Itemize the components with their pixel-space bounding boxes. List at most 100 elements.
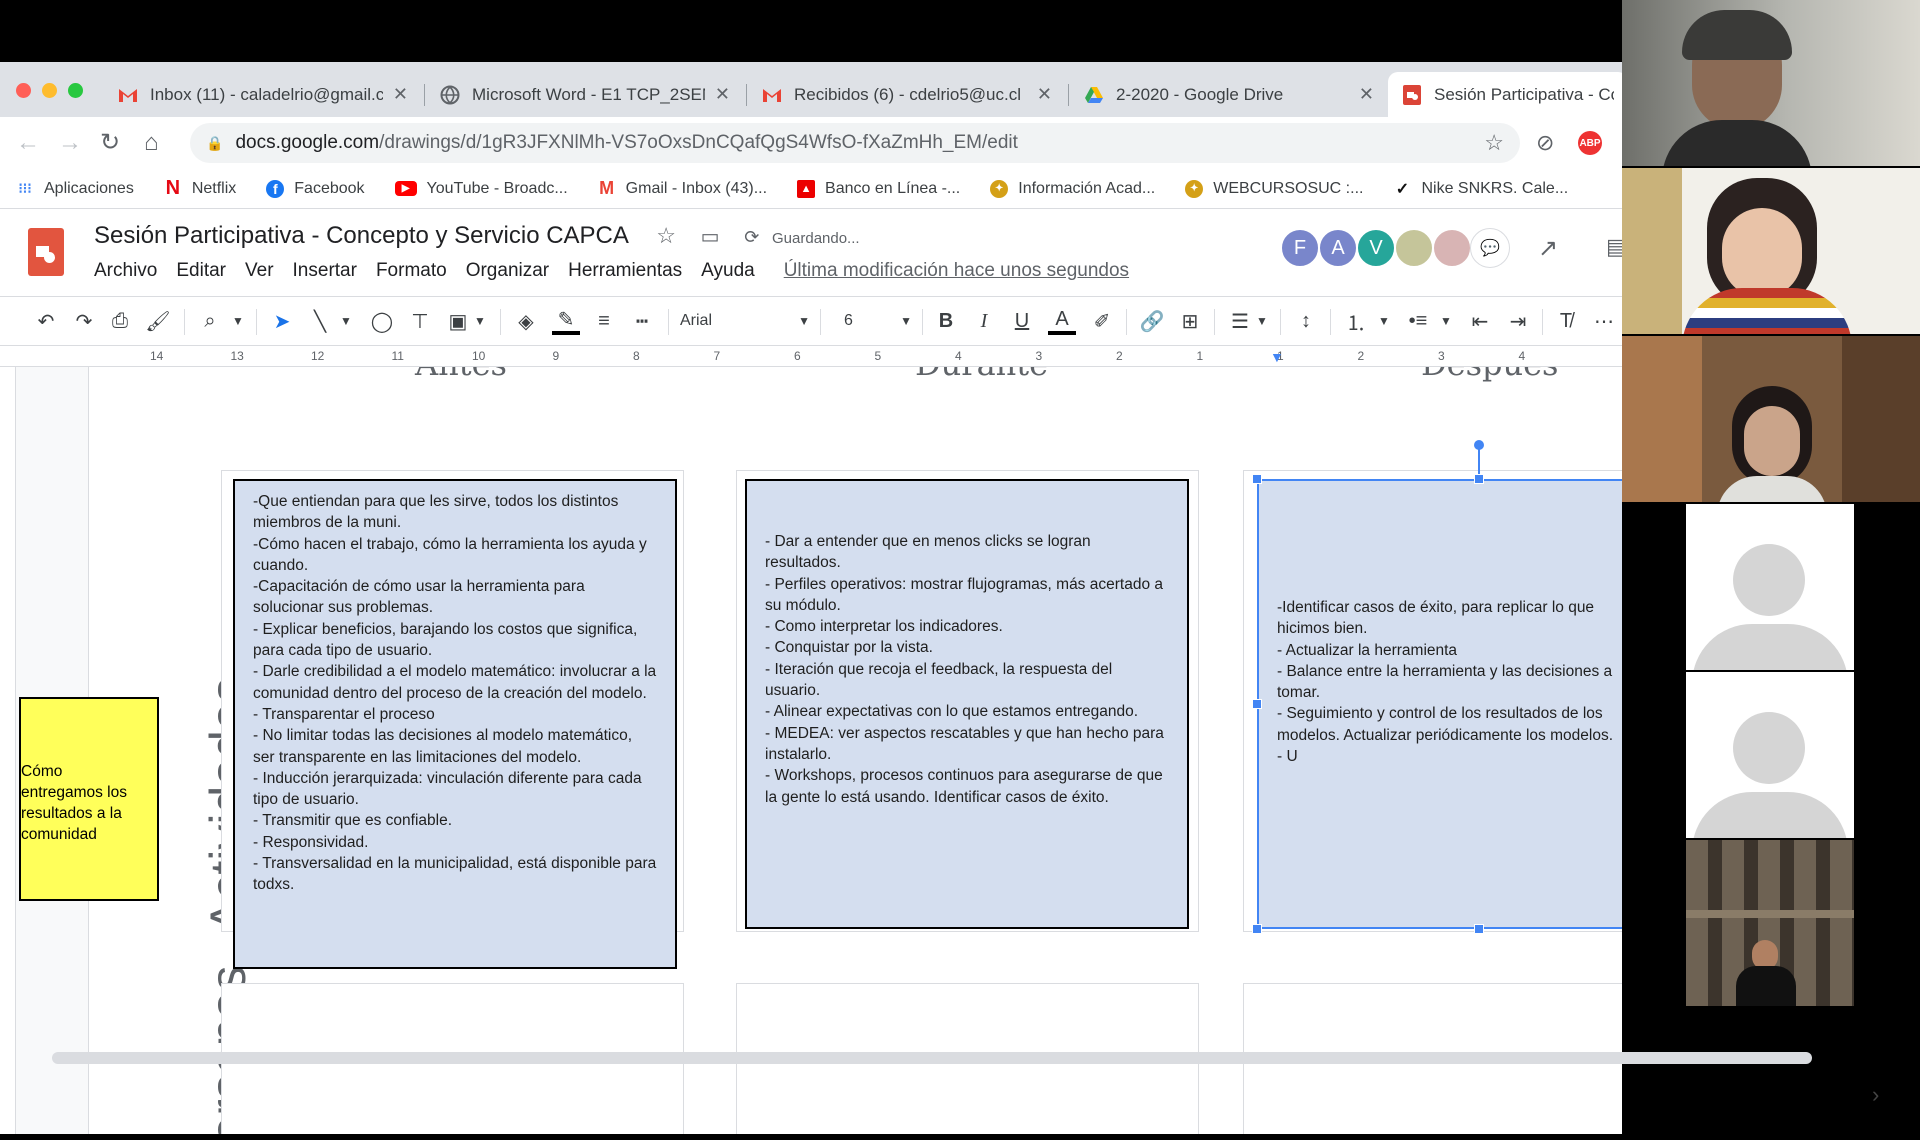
chevron-down-icon[interactable]: ▼ bbox=[338, 307, 354, 335]
chevron-down-icon[interactable]: ▼ bbox=[1438, 307, 1454, 335]
paint-format-icon[interactable]: 🖌 bbox=[144, 307, 172, 335]
chevron-down-icon[interactable]: ▼ bbox=[230, 307, 246, 335]
line-tool-icon[interactable]: ╲ bbox=[306, 307, 334, 335]
drawing-canvas[interactable]: Antes Durante Después Actividades Person… bbox=[0, 367, 1622, 1134]
close-icon[interactable]: ✕ bbox=[1359, 84, 1374, 105]
more-icon[interactable]: ⋯ bbox=[1590, 307, 1618, 335]
address-bar[interactable]: 🔒 docs.google.com/drawings/d/1gR3JFXNlMh… bbox=[190, 123, 1520, 163]
text-box-icon[interactable]: ⊤ bbox=[406, 307, 434, 335]
avatar[interactable]: F bbox=[1280, 228, 1320, 268]
forward-arrow-icon[interactable]: → bbox=[58, 129, 82, 157]
tab-drawing-active[interactable]: Sesión Participativa - Co bbox=[1388, 72, 1622, 117]
bookmark-webcursos[interactable]: ✦ WEBCURSOSUC :... bbox=[1185, 179, 1363, 198]
underline-button[interactable]: U bbox=[1008, 307, 1036, 335]
align-icon[interactable]: ☰ bbox=[1226, 307, 1254, 335]
resize-handle[interactable] bbox=[1474, 924, 1484, 934]
minimize-window-button[interactable] bbox=[42, 83, 57, 98]
clear-formatting-icon[interactable]: T̸ bbox=[1552, 307, 1580, 335]
bookmark-youtube[interactable]: ▶ YouTube - Broadc... bbox=[394, 180, 568, 198]
menu-editar[interactable]: Editar bbox=[176, 260, 226, 282]
bookmark-info-acad[interactable]: ✦ Información Acad... bbox=[990, 179, 1155, 198]
avatar[interactable]: A bbox=[1318, 228, 1358, 268]
google-drawings-logo-icon[interactable] bbox=[28, 228, 64, 276]
move-folder-icon[interactable]: ▭ bbox=[701, 226, 720, 248]
participant-video-2[interactable] bbox=[1622, 168, 1920, 334]
participant-video-3[interactable] bbox=[1622, 336, 1920, 502]
font-family-select[interactable]: Arial ▼ bbox=[680, 307, 810, 335]
add-comment-icon[interactable]: ⊞ bbox=[1176, 307, 1204, 335]
back-arrow-icon[interactable]: ← bbox=[16, 129, 40, 157]
participant-video-1[interactable] bbox=[1622, 0, 1920, 166]
tab-gmail-inbox[interactable]: Inbox (11) - caladelrio@gmail.c ✕ bbox=[104, 72, 422, 117]
bulleted-list-icon[interactable]: •≡ bbox=[1404, 307, 1432, 335]
numbered-list-icon[interactable]: ⒈ bbox=[1342, 307, 1370, 335]
bookmark-apps[interactable]: ⁝⁝⁝ Aplicaciones bbox=[16, 180, 134, 198]
tab-gmail-recibidos[interactable]: Recibidos (6) - cdelrio5@uc.cl ✕ bbox=[748, 72, 1066, 117]
bookmark-banco[interactable]: ▲ Banco en Línea -... bbox=[797, 179, 960, 198]
bookmark-nike[interactable]: ✓ Nike SNKRS. Cale... bbox=[1393, 180, 1568, 198]
tab-google-drive[interactable]: 2-2020 - Google Drive ✕ bbox=[1070, 72, 1388, 117]
block-icon[interactable]: ⊘ bbox=[1536, 129, 1554, 157]
menu-ver[interactable]: Ver bbox=[245, 260, 274, 282]
close-window-button[interactable] bbox=[16, 83, 31, 98]
last-modified-link[interactable]: Última modificación hace unos segundos bbox=[784, 260, 1129, 282]
redo-icon[interactable]: ↷ bbox=[70, 307, 98, 335]
document-title-text[interactable]: Sesión Participativa - Concepto y Servic… bbox=[94, 222, 628, 249]
menu-insertar[interactable]: Insertar bbox=[293, 260, 357, 282]
avatar[interactable]: V bbox=[1356, 228, 1396, 268]
comments-icon[interactable]: ▤ bbox=[1606, 234, 1622, 260]
close-icon[interactable]: ✕ bbox=[1037, 84, 1052, 105]
line-spacing-icon[interactable]: ↕ bbox=[1292, 307, 1320, 335]
reload-icon[interactable]: ↻ bbox=[100, 129, 120, 157]
chevron-down-icon[interactable]: ▼ bbox=[1254, 307, 1270, 335]
document-title[interactable]: Sesión Participativa - Concepto y Servic… bbox=[94, 222, 860, 250]
font-size-select[interactable]: 6 ▼ bbox=[832, 307, 912, 335]
decrease-indent-icon[interactable]: ⇤ bbox=[1466, 307, 1494, 335]
undo-icon[interactable]: ↶ bbox=[32, 307, 60, 335]
shape-tool-icon[interactable]: ◯ bbox=[368, 307, 396, 335]
maximize-window-button[interactable] bbox=[68, 83, 83, 98]
rotate-handle[interactable] bbox=[1474, 440, 1484, 450]
tab-word[interactable]: Microsoft Word - E1 TCP_2SEM ✕ bbox=[426, 72, 744, 117]
bookmark-facebook[interactable]: f Facebook bbox=[266, 179, 365, 198]
select-cursor-icon[interactable]: ➤ bbox=[268, 307, 296, 335]
chevron-right-icon[interactable]: › bbox=[1872, 1082, 1879, 1108]
italic-button[interactable]: I bbox=[970, 307, 998, 335]
adblock-icon[interactable]: ABP bbox=[1578, 131, 1602, 155]
menu-herramientas[interactable]: Herramientas bbox=[568, 260, 682, 282]
text-color-button[interactable]: A bbox=[1048, 307, 1076, 335]
resize-handle[interactable] bbox=[1252, 924, 1262, 934]
sticky-note[interactable]: Cómo entregamos los resultados a la comu… bbox=[19, 697, 159, 901]
avatar[interactable] bbox=[1432, 228, 1472, 268]
resize-handle[interactable] bbox=[1252, 474, 1262, 484]
drawing-page[interactable]: Antes Durante Después Actividades Person… bbox=[19, 367, 1622, 1134]
star-icon[interactable]: ☆ bbox=[1484, 130, 1504, 156]
card-antes[interactable]: -Que entiendan para que les sirve, todos… bbox=[233, 479, 677, 969]
participant-avatar-5[interactable] bbox=[1686, 672, 1854, 838]
border-color-icon[interactable]: ✎ bbox=[552, 307, 580, 335]
resize-handle[interactable] bbox=[1474, 474, 1484, 484]
print-icon[interactable]: ⎙ bbox=[106, 307, 134, 335]
participant-video-6[interactable] bbox=[1686, 840, 1854, 1006]
resize-handle[interactable] bbox=[1252, 699, 1262, 709]
bookmark-netflix[interactable]: N Netflix bbox=[164, 177, 237, 199]
link-icon[interactable]: 🔗 bbox=[1138, 307, 1166, 335]
menu-archivo[interactable]: Archivo bbox=[94, 260, 157, 282]
activity-trend-icon[interactable]: ↗ bbox=[1538, 234, 1558, 263]
increase-indent-icon[interactable]: ⇥ bbox=[1504, 307, 1532, 335]
highlight-icon[interactable]: ✐ bbox=[1088, 307, 1116, 335]
chevron-down-icon[interactable]: ▼ bbox=[1376, 307, 1392, 335]
star-icon[interactable]: ☆ bbox=[656, 223, 676, 248]
border-dash-icon[interactable]: ┅ bbox=[628, 307, 656, 335]
avatar[interactable] bbox=[1394, 228, 1434, 268]
chevron-down-icon[interactable]: ▼ bbox=[472, 307, 488, 335]
menu-organizar[interactable]: Organizar bbox=[466, 260, 549, 282]
horizontal-scrollbar[interactable] bbox=[52, 1052, 1812, 1064]
border-weight-icon[interactable]: ≡ bbox=[590, 307, 618, 335]
bookmark-gmail[interactable]: M Gmail - Inbox (43)... bbox=[598, 178, 767, 198]
bold-button[interactable]: B bbox=[932, 307, 960, 335]
participant-avatar-4[interactable] bbox=[1686, 504, 1854, 670]
zoom-icon[interactable]: ⌕ bbox=[196, 307, 224, 335]
home-icon[interactable]: ⌂ bbox=[144, 129, 159, 157]
menu-formato[interactable]: Formato bbox=[376, 260, 447, 282]
